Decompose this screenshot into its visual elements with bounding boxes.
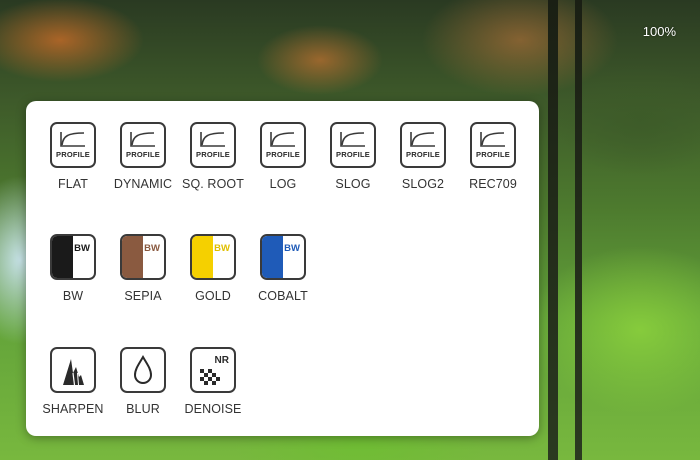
tint-badge: BW [144,243,160,254]
bw-tint-icon: BW [50,234,96,280]
tint-label: GOLD [195,289,231,303]
tint-badge: BW [74,243,90,254]
gold-tint-icon: BW [190,234,236,280]
profile-flat-option[interactable]: PROFILE FLAT [38,122,108,210]
profile-slog2-option[interactable]: PROFILE SLOG2 [388,122,458,210]
denoise-icon: NR [190,347,236,393]
profile-badge: PROFILE [196,150,230,159]
profile-label: FLAT [57,177,89,191]
profile-label: SQ. ROOT [182,177,244,191]
tint-sepia-option[interactable]: BW SEPIA [108,234,178,322]
tint-swatch [122,236,143,278]
filter-label: BLUR [126,402,160,416]
cobalt-tint-icon: BW [260,234,306,280]
filter-sharpen-option[interactable]: SHARPEN [38,347,108,435]
tree-trunk [575,0,582,460]
profile-badge: PROFILE [406,150,440,159]
profile-curve-icon: PROFILE [120,122,166,168]
filter-blur-option[interactable]: BLUR [108,347,178,435]
tint-bw-option[interactable]: BW BW [38,234,108,322]
tint-swatch [52,236,73,278]
profile-label: SLOG2 [401,177,445,191]
profile-badge: PROFILE [56,150,90,159]
profile-badge: PROFILE [336,150,370,159]
profile-label: SLOG [335,177,371,191]
profile-label: REC709 [469,177,517,191]
filter-label: DENOISE [184,402,242,416]
profile-sq-root-option[interactable]: PROFILE SQ. ROOT [178,122,248,210]
profile-curve-icon: PROFILE [330,122,376,168]
tint-badge: BW [214,243,230,254]
denoise-badge: NR [214,355,229,366]
sepia-tint-icon: BW [120,234,166,280]
tint-badge: BW [284,243,300,254]
profile-curve-icon: PROFILE [400,122,446,168]
tint-swatch [262,236,283,278]
profile-log-option[interactable]: PROFILE LOG [248,122,318,210]
profile-curve-icon: PROFILE [470,122,516,168]
profile-curve-icon: PROFILE [260,122,306,168]
tint-swatch [192,236,213,278]
profile-badge: PROFILE [126,150,160,159]
tint-cobalt-option[interactable]: BW COBALT [248,234,318,322]
profile-curve-icon: PROFILE [190,122,236,168]
filter-denoise-option[interactable]: NR DENOISE [178,347,248,435]
profile-label: LOG [269,177,297,191]
profile-dynamic-option[interactable]: PROFILE DYNAMIC [108,122,178,210]
tint-label: SEPIA [124,289,162,303]
profile-badge: PROFILE [266,150,300,159]
blur-drop-icon [120,347,166,393]
filter-label: SHARPEN [42,402,104,416]
profile-curve-icon: PROFILE [50,122,96,168]
profile-badge: PROFILE [476,150,510,159]
effects-panel: PROFILE FLAT PROFILE DYNAMIC PROFILE SQ.… [26,101,539,436]
profile-rec709-option[interactable]: PROFILE REC709 [458,122,528,210]
sharpen-icon [50,347,96,393]
tint-label: COBALT [258,289,308,303]
profile-slog-option[interactable]: PROFILE SLOG [318,122,388,210]
profile-label: DYNAMIC [113,177,173,191]
tint-label: BW [62,289,84,303]
tint-gold-option[interactable]: BW GOLD [178,234,248,322]
battery-level: 100% [642,24,676,39]
tree-trunk [548,0,558,460]
